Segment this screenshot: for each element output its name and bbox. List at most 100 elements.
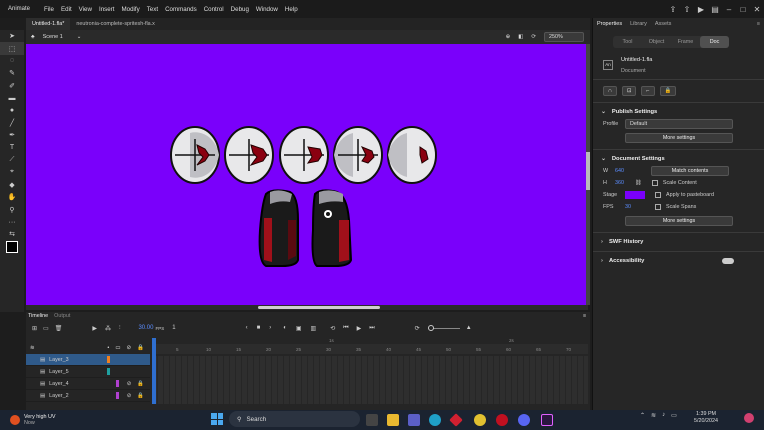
scene-name[interactable]: Scene 1 (43, 34, 63, 40)
lock-icon[interactable]: 🔒 (137, 345, 144, 351)
swf-history-header[interactable]: › SWF History (593, 236, 764, 248)
playhead[interactable] (152, 338, 156, 404)
lock-icon[interactable]: 🔒 (659, 86, 677, 96)
panel-menu-icon[interactable]: ≡ (583, 313, 586, 319)
dot-icon[interactable]: • (107, 345, 109, 351)
edit-multiple-icon[interactable]: ▥ (311, 325, 317, 332)
tab-neutronia[interactable]: neutronia-complete-spritesh-fla.x (70, 21, 161, 27)
seg-frame[interactable]: Frame (671, 36, 700, 48)
loop-icon[interactable]: ⟲ (330, 325, 335, 332)
zoom-select[interactable]: 250% (544, 32, 584, 42)
minimize-icon[interactable]: – (722, 5, 736, 14)
layer-name[interactable]: Layer_3 (49, 357, 68, 363)
layer-row[interactable]: ▤ Layer_5 (26, 366, 150, 378)
publish-more-settings-button[interactable]: More settings (625, 133, 733, 143)
eye-icon[interactable]: ⊘ (127, 345, 132, 351)
tab-untitled-1[interactable]: Untitled-1.fla* (26, 18, 71, 30)
doc-more-settings-button[interactable]: More settings (625, 216, 733, 226)
panel-menu-icon[interactable]: ≡ (757, 21, 760, 27)
tab-library[interactable]: Library (630, 21, 647, 27)
task-view-icon[interactable] (366, 414, 378, 426)
swap-colors-icon[interactable]: ⇆ (0, 228, 24, 240)
publish-settings-header[interactable]: ⌄ Publish Settings (593, 106, 764, 118)
menu-modify[interactable]: Modify (121, 6, 139, 13)
close-icon[interactable]: ✕ (750, 5, 764, 14)
fps-display[interactable]: 30.00 (138, 325, 153, 331)
battery-icon[interactable]: ▭ (671, 412, 677, 419)
menu-text[interactable]: Text (147, 6, 158, 13)
accessibility-header[interactable]: › Accessibility (593, 255, 764, 267)
maximize-icon[interactable]: □ (736, 5, 750, 14)
zoom-tool-icon[interactable]: ⚲ (0, 203, 24, 215)
frames-grid[interactable] (152, 356, 588, 404)
oval-tool-icon[interactable]: ● (0, 104, 24, 116)
clock[interactable]: 1:39 PM 5/20/2024 (694, 411, 718, 425)
menu-help[interactable]: Help (285, 6, 298, 13)
delete-icon[interactable]: 🗑 (55, 325, 63, 332)
notification-icon[interactable] (744, 413, 754, 423)
frame-ruler[interactable]: 5 10 15 20 25 30 35 40 45 50 55 60 65 70 1s 2s (156, 338, 588, 354)
stage-color-swatch[interactable] (625, 191, 645, 199)
teams-icon[interactable] (408, 414, 420, 426)
taskbar-search[interactable]: ⚲ Search (229, 411, 360, 427)
chrome-icon[interactable] (474, 414, 486, 426)
link-icon[interactable]: ⛓ (635, 180, 642, 186)
subselection-tool-icon[interactable]: ⬚ (0, 42, 24, 55)
camera-icon[interactable]: ▶ (92, 325, 97, 332)
layer-name[interactable]: Layer_2 (49, 393, 68, 399)
weather-icon[interactable] (10, 415, 20, 425)
pencil-tool-icon[interactable]: ✎ (0, 67, 24, 79)
brush-tool-icon[interactable]: ✐ (0, 80, 24, 92)
pen-tool-icon[interactable]: ✒ (0, 129, 24, 141)
clip-icon[interactable]: ◧ (518, 34, 523, 40)
lock-icon[interactable]: 🔒 (137, 381, 144, 387)
tab-properties[interactable]: Properties (597, 21, 622, 27)
stage-vertical-scrollbar[interactable] (586, 44, 590, 305)
upload-icon[interactable]: ⇧ (680, 5, 694, 14)
menu-debug[interactable]: Debug (231, 6, 249, 13)
accessibility-toggle[interactable] (722, 258, 734, 264)
width-value[interactable]: 640 (615, 168, 635, 174)
windows-start-icon[interactable] (211, 413, 223, 425)
volume-icon[interactable]: ♪ (662, 412, 665, 419)
lasso-tool-icon[interactable]: ◌ (0, 55, 24, 67)
menu-insert[interactable]: Insert (99, 6, 114, 13)
rewind-icon[interactable]: ‹ (246, 325, 248, 331)
onion-outline-icon[interactable]: ▣ (296, 325, 302, 332)
test-movie-icon[interactable]: ▶ (694, 5, 708, 14)
play-icon[interactable]: ▶ (357, 325, 362, 332)
forward-icon[interactable]: › (269, 325, 271, 331)
animate-taskbar-icon[interactable] (541, 414, 553, 426)
seg-tool[interactable]: Tool (613, 36, 642, 48)
selection-tool-icon[interactable]: ➤ (0, 30, 24, 42)
menu-commands[interactable]: Commands (165, 6, 197, 13)
mountain-large-icon[interactable]: ▲ (466, 325, 472, 331)
eye-icon[interactable]: ⊘ (127, 393, 132, 399)
height-value[interactable]: 360 (615, 180, 635, 186)
seg-object[interactable]: Object (642, 36, 671, 48)
scroll-thumb[interactable] (586, 152, 590, 190)
onion-skin-icon[interactable]: ◐ (283, 325, 287, 331)
chevron-up-icon[interactable]: ⌃ (640, 412, 645, 419)
rotate-icon[interactable]: ⟳ (531, 34, 536, 40)
layer-row[interactable]: ▤ Layer_4 ⊘ 🔒 (26, 378, 150, 390)
layer-row[interactable]: ▤ Layer_2 ⊘ 🔒 (26, 390, 150, 402)
profile-select[interactable]: Default (625, 119, 733, 129)
file-explorer-icon[interactable] (387, 414, 399, 426)
fps-value[interactable]: 30 (625, 204, 655, 210)
new-layer-icon[interactable]: ⊞ (32, 325, 37, 332)
last-frame-icon[interactable]: ⏭ (369, 325, 374, 332)
edge-icon[interactable] (429, 414, 441, 426)
match-contents-button[interactable]: Match contents (651, 166, 729, 176)
share-icon[interactable]: ⇪ (666, 5, 680, 14)
graph-icon[interactable]: ⫶ (119, 325, 121, 332)
apply-pasteboard-checkbox[interactable] (655, 192, 661, 198)
lock-icon[interactable]: 🔒 (137, 393, 144, 399)
stage-horizontal-scrollbar[interactable] (26, 305, 588, 310)
eyedropper-tool-icon[interactable]: ⌖ (0, 166, 24, 178)
first-frame-icon[interactable]: ⏮ (343, 325, 348, 332)
frame-display[interactable]: 1 (172, 325, 175, 331)
snap-icon[interactable]: ⊡ (621, 86, 637, 96)
stage[interactable] (26, 44, 588, 309)
zoom-slider[interactable] (427, 324, 460, 331)
